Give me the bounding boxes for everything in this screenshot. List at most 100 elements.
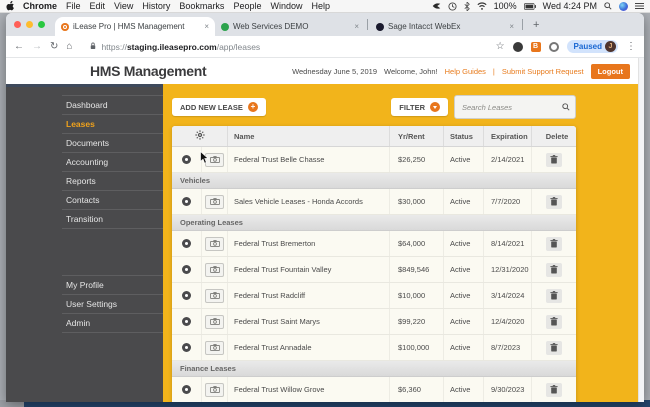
sidebar-item-documents[interactable]: Documents — [62, 134, 163, 153]
column-header-status[interactable]: Status — [444, 126, 484, 146]
menu-edit[interactable]: Edit — [90, 1, 106, 11]
home-button[interactable]: ⌂ — [66, 41, 72, 52]
table-row: Federal Trust Radcliff $10,000 Active 3/… — [172, 283, 576, 309]
menu-people[interactable]: People — [233, 1, 261, 11]
tab-web-services-demo[interactable]: Web Services DEMO × — [215, 17, 365, 36]
menubar-clock-label[interactable]: Wed 4:24 PM — [543, 1, 597, 11]
delete-button[interactable] — [546, 194, 562, 209]
sidebar-item-user-settings[interactable]: User Settings — [62, 295, 163, 314]
lease-name[interactable]: Federal Trust Radcliff — [228, 283, 390, 308]
battery-icon[interactable] — [523, 2, 536, 10]
location-marker-icon[interactable] — [182, 343, 191, 352]
lease-name[interactable]: Federal Trust Saint Marys — [228, 309, 390, 334]
menu-window[interactable]: Window — [270, 1, 302, 11]
sidebar-item-dashboard[interactable]: Dashboard — [62, 96, 163, 115]
tray-clock-icon[interactable] — [448, 1, 457, 11]
menubar-app-name[interactable]: Chrome — [23, 1, 57, 11]
help-guides-link[interactable]: Help Guides — [445, 67, 486, 76]
filter-button[interactable]: FILTER — [391, 98, 448, 116]
column-header-yr-rent[interactable]: Yr/Rent — [390, 126, 444, 146]
search-icon[interactable] — [562, 98, 570, 116]
camera-button[interactable] — [205, 382, 224, 397]
reload-button[interactable]: ↻ — [50, 41, 58, 52]
delete-button[interactable] — [546, 236, 562, 251]
tab-ilease-pro[interactable]: iLease Pro | HMS Management × — [55, 17, 215, 36]
location-marker-icon[interactable] — [182, 265, 191, 274]
delete-button[interactable] — [546, 262, 562, 277]
add-new-lease-button[interactable]: ADD NEW LEASE + — [172, 98, 266, 116]
sidebar-item-contacts[interactable]: Contacts — [62, 191, 163, 210]
menu-bookmarks[interactable]: Bookmarks — [179, 1, 224, 11]
extension-icon-2[interactable]: B — [530, 41, 541, 52]
camera-button[interactable] — [205, 340, 224, 355]
logout-button[interactable]: Logout — [590, 63, 630, 79]
menu-history[interactable]: History — [142, 1, 170, 11]
location-marker-icon[interactable] — [182, 239, 191, 248]
filter-label: FILTER — [399, 102, 425, 112]
sidebar-item-admin[interactable]: Admin — [62, 314, 163, 333]
delete-button[interactable] — [546, 288, 562, 303]
delete-button[interactable] — [546, 152, 562, 167]
camera-button[interactable] — [205, 314, 224, 329]
lease-name[interactable]: Federal Trust Willow Grove — [228, 377, 390, 402]
tray-bluetooth-icon[interactable] — [464, 1, 470, 11]
menu-file[interactable]: File — [66, 1, 81, 11]
tray-app-icon[interactable] — [432, 2, 441, 10]
extension-icon-3[interactable] — [548, 41, 559, 52]
close-window-button[interactable] — [14, 21, 21, 28]
siri-icon[interactable] — [619, 1, 628, 11]
location-marker-icon[interactable] — [182, 291, 191, 300]
delete-button[interactable] — [546, 382, 562, 397]
lease-name[interactable]: Federal Trust Bremerton — [228, 231, 390, 256]
menu-help[interactable]: Help — [311, 1, 330, 11]
camera-button[interactable] — [205, 194, 224, 209]
new-tab-button[interactable]: + — [525, 19, 547, 31]
tab-close-icon[interactable]: × — [509, 22, 514, 31]
submit-support-request-link[interactable]: Submit Support Request — [502, 67, 584, 76]
search-input[interactable] — [460, 101, 558, 113]
lease-expiration: 12/4/2020 — [484, 309, 532, 334]
column-header-name[interactable]: Name — [228, 126, 390, 146]
lease-name[interactable]: Federal Trust Belle Chasse — [228, 147, 390, 172]
sidebar-item-reports[interactable]: Reports — [62, 172, 163, 191]
location-marker-icon[interactable] — [182, 197, 191, 206]
lease-name[interactable]: Sales Vehicle Leases - Honda Accords — [228, 189, 390, 214]
minimize-window-button[interactable] — [26, 21, 33, 28]
tab-sage-intacct-webex[interactable]: Sage Intacct WebEx × — [370, 17, 520, 36]
extension-icon-1[interactable] — [512, 41, 523, 52]
page-scrollbar[interactable] — [638, 58, 644, 402]
location-marker-icon[interactable] — [182, 385, 191, 394]
camera-button[interactable] — [205, 262, 224, 277]
column-header-expiration[interactable]: Expiration — [484, 126, 532, 146]
url-scheme: https:// — [101, 41, 127, 52]
spotlight-icon[interactable] — [604, 2, 612, 10]
sidebar-item-leases[interactable]: Leases — [62, 115, 163, 134]
sidebar-item-accounting[interactable]: Accounting — [62, 153, 163, 172]
browser-menu-icon[interactable]: ⋮ — [626, 41, 636, 52]
notification-center-icon[interactable] — [635, 2, 644, 10]
lease-name[interactable]: Federal Trust Annadale — [228, 335, 390, 360]
profile-avatar[interactable]: J — [605, 41, 616, 52]
column-header-delete: Delete — [545, 131, 569, 141]
camera-button[interactable] — [205, 288, 224, 303]
zoom-window-button[interactable] — [38, 21, 45, 28]
location-marker-icon[interactable] — [182, 155, 191, 164]
tab-close-icon[interactable]: × — [204, 22, 209, 31]
tray-wifi-icon[interactable] — [477, 2, 487, 10]
location-marker-icon[interactable] — [182, 317, 191, 326]
delete-button[interactable] — [546, 314, 562, 329]
back-button[interactable]: ← — [14, 41, 24, 52]
camera-button[interactable] — [205, 236, 224, 251]
sidebar-item-transition[interactable]: Transition — [62, 210, 163, 229]
tab-close-icon[interactable]: × — [354, 22, 359, 31]
menu-view[interactable]: View — [114, 1, 133, 11]
bookmark-star-icon[interactable]: ☆ — [496, 41, 505, 52]
omnibox[interactable]: https://staging.ileasepro.com/app/leases — [80, 42, 487, 52]
column-settings-header[interactable] — [172, 126, 228, 146]
delete-button[interactable] — [546, 340, 562, 355]
lease-name[interactable]: Federal Trust Fountain Valley — [228, 257, 390, 282]
sidebar-item-my-profile[interactable]: My Profile — [62, 276, 163, 295]
forward-button[interactable]: → — [32, 41, 42, 52]
apple-menu-icon[interactable] — [6, 1, 14, 11]
sync-paused-badge[interactable]: Paused J — [566, 40, 618, 53]
